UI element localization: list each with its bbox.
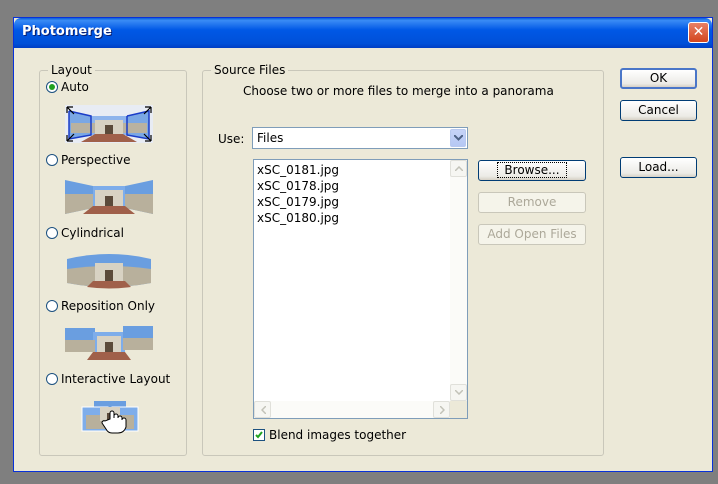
interactive-layout-thumbnail	[80, 393, 140, 437]
list-item[interactable]: xSC_0180.jpg	[257, 211, 339, 225]
arrow-up-icon	[455, 166, 463, 171]
source-files-group: Source Files Choose two or more files to…	[202, 63, 604, 456]
ok-button[interactable]: OK	[620, 68, 697, 89]
cancel-button[interactable]: Cancel	[620, 100, 697, 121]
list-item[interactable]: xSC_0178.jpg	[257, 179, 339, 193]
layout-option-perspective[interactable]: Perspective	[46, 152, 131, 168]
layout-option-interactive[interactable]: Interactive Layout	[46, 371, 170, 387]
add-open-files-button[interactable]: Add Open Files	[478, 224, 586, 245]
use-dropdown[interactable]: Files	[252, 127, 468, 149]
cancel-button-label: Cancel	[638, 103, 679, 117]
scrollbar-corner	[450, 401, 467, 418]
title-bar[interactable]: Photomerge ✕	[14, 18, 712, 48]
remove-button[interactable]: Remove	[478, 192, 586, 213]
browse-button[interactable]: Browse...	[478, 160, 586, 181]
blend-images-label: Blend images together	[269, 428, 407, 442]
radio-auto[interactable]	[46, 81, 58, 93]
dropdown-arrow[interactable]	[450, 129, 466, 147]
radio-reposition-only[interactable]	[46, 300, 58, 312]
vertical-scrollbar[interactable]	[450, 160, 467, 401]
load-button[interactable]: Load...	[620, 157, 697, 178]
scroll-left-button[interactable]	[254, 401, 271, 418]
window-title: Photomerge	[22, 24, 112, 39]
use-label-text: Use:	[218, 132, 245, 146]
scroll-down-button[interactable]	[450, 384, 467, 401]
blend-images-checkbox-row[interactable]: Blend images together	[253, 428, 406, 442]
cylindrical-thumbnail	[65, 251, 153, 289]
blend-images-checkbox[interactable]	[253, 429, 265, 441]
close-icon: ✕	[692, 24, 705, 40]
perspective-thumbnail	[65, 178, 153, 216]
layout-option-label: Auto	[61, 80, 89, 94]
radio-interactive-layout[interactable]	[46, 373, 58, 385]
chevron-down-icon	[454, 135, 463, 141]
horizontal-scrollbar[interactable]	[254, 401, 450, 418]
arrow-down-icon	[455, 390, 463, 395]
scroll-up-button[interactable]	[450, 160, 467, 177]
reposition-only-thumbnail	[65, 324, 153, 362]
arrow-right-icon	[440, 406, 445, 414]
layout-option-label: Reposition Only	[61, 299, 156, 313]
close-button[interactable]: ✕	[688, 22, 709, 43]
file-list[interactable]: xSC_0181.jpg xSC_0178.jpg xSC_0179.jpg x…	[253, 159, 468, 419]
layout-option-label: Cylindrical	[61, 226, 124, 240]
layout-option-label: Interactive Layout	[61, 372, 171, 386]
photomerge-dialog: Photomerge ✕ Layout Auto Perspective Cyl…	[13, 17, 713, 472]
layout-group: Layout Auto Perspective Cylindrical Repo…	[39, 63, 187, 456]
layout-option-auto[interactable]: Auto	[46, 79, 89, 95]
layout-option-label: Perspective	[61, 153, 131, 167]
checkmark-icon	[255, 431, 263, 439]
use-label: Use:	[218, 132, 244, 146]
layout-option-cylindrical[interactable]: Cylindrical	[46, 225, 124, 241]
auto-thumbnail	[65, 105, 153, 143]
source-files-group-label: Source Files	[211, 63, 289, 77]
scroll-right-button[interactable]	[433, 401, 450, 418]
instruction-text: Choose two or more files to merge into a…	[243, 84, 554, 98]
use-dropdown-value: Files	[257, 131, 284, 145]
list-item[interactable]: xSC_0181.jpg	[257, 163, 339, 177]
radio-cylindrical[interactable]	[46, 227, 58, 239]
load-button-label: Load...	[638, 160, 679, 174]
ok-button-label: OK	[649, 71, 668, 85]
remove-button-label: Remove	[507, 195, 557, 209]
radio-perspective[interactable]	[46, 154, 58, 166]
add-open-files-button-label: Add Open Files	[487, 227, 577, 241]
layout-group-label: Layout	[48, 63, 95, 77]
list-item[interactable]: xSC_0179.jpg	[257, 195, 339, 209]
arrow-left-icon	[261, 406, 266, 414]
layout-option-reposition-only[interactable]: Reposition Only	[46, 298, 155, 314]
browse-button-label: Browse...	[497, 162, 567, 178]
